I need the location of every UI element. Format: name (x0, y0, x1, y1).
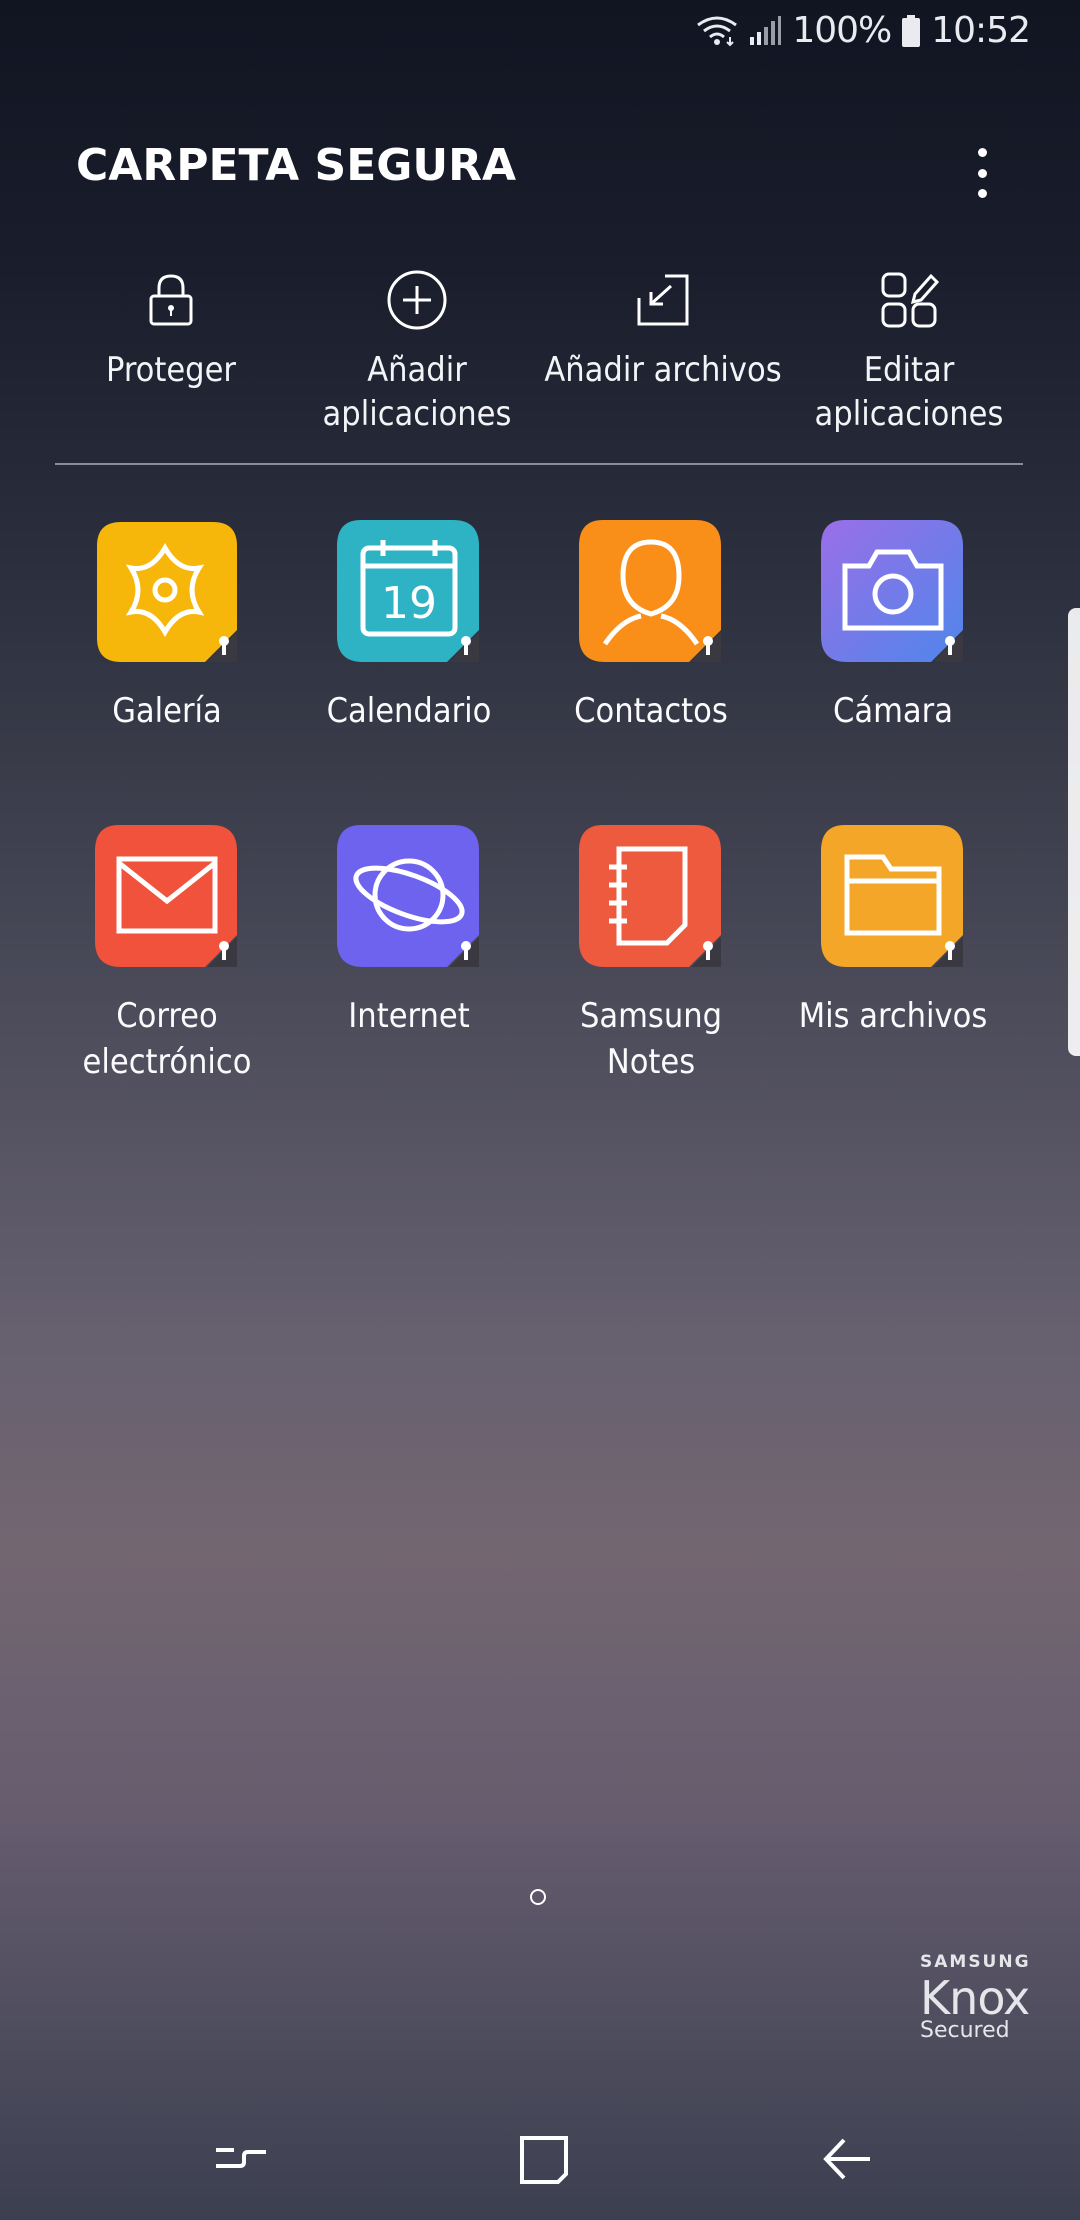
knox-name: Knox (920, 1971, 1030, 2025)
action-label: Editar aplicaciones (814, 350, 1004, 434)
app-camera[interactable]: Cámara (772, 516, 1014, 821)
action-label: Añadir aplicaciones (322, 350, 512, 434)
clock: 10:52 (931, 10, 1031, 51)
camera-icon (821, 520, 963, 662)
battery-icon (902, 14, 921, 47)
contacts-icon (579, 520, 721, 662)
action-label: Proteger (105, 350, 236, 390)
more-dot (977, 148, 987, 157)
knox-secured: Secured (920, 2018, 1010, 2043)
action-add-files[interactable]: Añadir archivos (540, 268, 786, 436)
app-grid: Galería 19 Calendario Contactos Cámara C… (46, 516, 1014, 1126)
actions-bar: Proteger Añadir aplicaciones Añadir arch… (48, 268, 1032, 436)
edge-panel-handle[interactable] (1068, 608, 1080, 1056)
recents-icon[interactable] (206, 2124, 276, 2194)
page-title: CARPETA SEGURA (76, 140, 517, 191)
more-options-button[interactable] (972, 148, 992, 198)
add-files-icon (637, 274, 689, 326)
action-edit-apps[interactable]: Editar aplicaciones (786, 268, 1032, 436)
navigation-bar (0, 2094, 1080, 2220)
internet-icon (337, 825, 479, 967)
status-bar: 100% 10:52 (0, 0, 1080, 70)
app-samsung-notes[interactable]: Samsung Notes (530, 821, 772, 1126)
app-label: Cámara (833, 691, 953, 731)
app-gallery[interactable]: Galería (46, 516, 288, 821)
action-label: Añadir archivos (544, 350, 782, 390)
email-icon (95, 825, 237, 967)
more-dot (977, 189, 987, 198)
gallery-icon (97, 522, 237, 662)
battery-percent: 100% (792, 10, 892, 51)
more-dot (977, 168, 987, 178)
app-contacts[interactable]: Contactos (530, 516, 772, 821)
calendar-icon: 19 (337, 520, 479, 662)
app-label: Internet (348, 996, 470, 1036)
app-label: Mis archivos (798, 996, 988, 1036)
app-label: Samsung Notes (579, 996, 723, 1082)
app-label: Galería (112, 691, 222, 731)
app-email[interactable]: Correo electrónico (46, 821, 288, 1126)
lock-icon (149, 274, 193, 326)
app-label: Correo electrónico (82, 996, 252, 1082)
app-row: Galería 19 Calendario Contactos Cámara (46, 516, 1014, 821)
app-calendar[interactable]: 19 Calendario (288, 516, 530, 821)
divider (55, 463, 1023, 465)
signal-icon (750, 15, 782, 45)
action-protect[interactable]: Proteger (48, 268, 294, 436)
app-internet[interactable]: Internet (288, 821, 530, 1126)
my-files-icon (821, 825, 963, 967)
notes-icon (579, 825, 721, 967)
knox-brand: SAMSUNG (920, 1952, 1031, 1972)
add-circle-icon (387, 270, 447, 330)
app-label: Contactos (574, 691, 728, 731)
app-label: Calendario (326, 691, 492, 731)
app-row: Correo electrónico Internet Samsung Note (46, 821, 1014, 1126)
knox-logo: SAMSUNG Knox Secured (920, 1952, 1050, 2043)
action-add-apps[interactable]: Añadir aplicaciones (294, 268, 540, 436)
edit-apps-icon (881, 272, 940, 328)
home-icon[interactable] (508, 2124, 578, 2194)
wifi-icon (697, 16, 738, 46)
header: CARPETA SEGURA (76, 140, 516, 191)
back-icon[interactable] (812, 2124, 882, 2194)
calendar-day: 19 (381, 578, 437, 629)
page-indicator (530, 1889, 546, 1905)
app-my-files[interactable]: Mis archivos (772, 821, 1014, 1126)
